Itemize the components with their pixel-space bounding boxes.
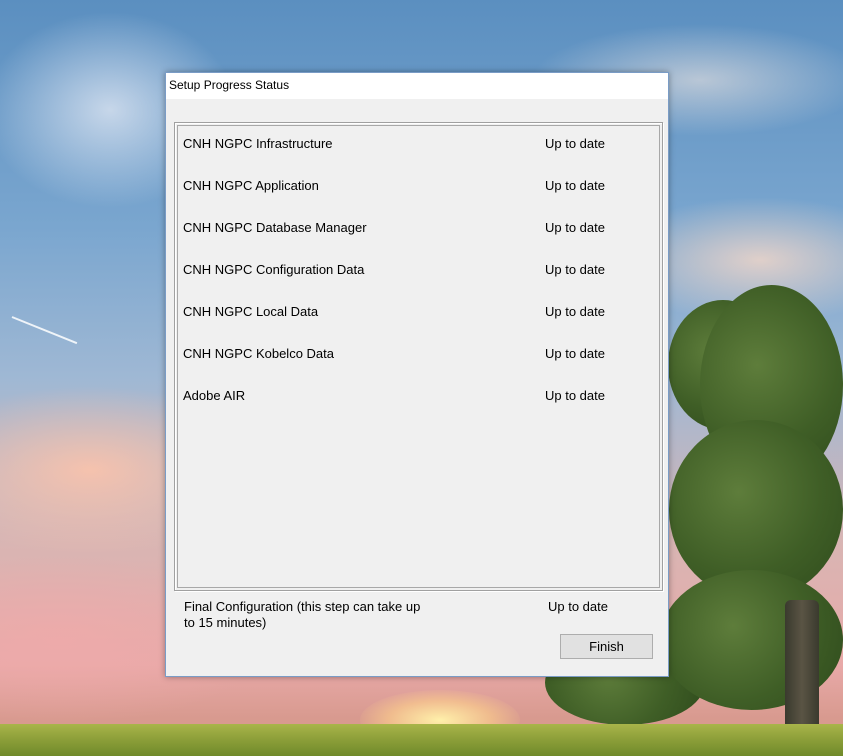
component-status: Up to date bbox=[545, 178, 605, 193]
component-name: Adobe AIR bbox=[183, 388, 246, 403]
component-status: Up to date bbox=[545, 304, 605, 319]
component-status: Up to date bbox=[545, 346, 605, 361]
list-item: Adobe AIR Up to date bbox=[183, 388, 653, 406]
wallpaper-contrail bbox=[11, 316, 78, 345]
component-name: CNH NGPC Local Data bbox=[183, 304, 319, 319]
component-status: Up to date bbox=[545, 220, 605, 235]
wallpaper-grass bbox=[0, 724, 843, 756]
component-status: Up to date bbox=[545, 388, 605, 403]
component-name: CNH NGPC Database Manager bbox=[183, 220, 367, 235]
list-item: CNH NGPC Configuration Data Up to date bbox=[183, 262, 653, 280]
component-status: Up to date bbox=[545, 136, 605, 151]
component-name: CNH NGPC Configuration Data bbox=[183, 262, 365, 277]
component-name: CNH NGPC Application bbox=[183, 178, 319, 193]
component-name: CNH NGPC Infrastructure bbox=[183, 136, 333, 151]
list-item: CNH NGPC Local Data Up to date bbox=[183, 304, 653, 322]
list-item: CNH NGPC Kobelco Data Up to date bbox=[183, 346, 653, 364]
list-item: CNH NGPC Infrastructure Up to date bbox=[183, 136, 653, 154]
component-name: CNH NGPC Kobelco Data bbox=[183, 346, 334, 361]
final-configuration-status: Up to date bbox=[548, 599, 608, 614]
finish-button[interactable]: Finish bbox=[560, 634, 653, 659]
final-configuration-label: Final Configuration (this step can take … bbox=[184, 599, 421, 630]
setup-progress-dialog: Setup Progress Status CNH NGPC Infrastru… bbox=[165, 72, 669, 677]
title-bar[interactable]: Setup Progress Status bbox=[166, 73, 668, 99]
component-status: Up to date bbox=[545, 262, 605, 277]
window-title: Setup Progress Status bbox=[169, 78, 290, 92]
list-item: CNH NGPC Application Up to date bbox=[183, 178, 653, 196]
component-status-panel: CNH NGPC Infrastructure Up to date CNH N… bbox=[174, 122, 663, 591]
component-status-list: CNH NGPC Infrastructure Up to date CNH N… bbox=[177, 125, 660, 588]
list-item: CNH NGPC Database Manager Up to date bbox=[183, 220, 653, 238]
